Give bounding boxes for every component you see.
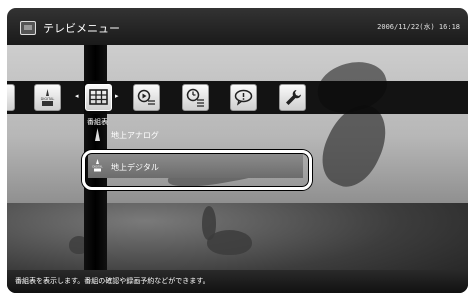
- status-text: 番組表を表示します。番組の確認や録画予約などができます。: [15, 277, 210, 285]
- digital-broadcast-icon[interactable]: DIGITAL: [34, 84, 61, 111]
- tv-menu-screen: テレビメニュー 2006/11/22(水) 16:18 DIGITAL ◂ ▸: [7, 8, 468, 293]
- background-bird: [207, 230, 252, 255]
- list-item-analog[interactable]: 地上アナログ: [111, 130, 159, 141]
- info-icon[interactable]: [230, 84, 257, 111]
- svg-text:DIGITAL: DIGITAL: [41, 97, 55, 101]
- chevron-left-icon[interactable]: ◂: [75, 92, 79, 100]
- timer-recording-icon[interactable]: [182, 84, 209, 111]
- menu-header: テレビメニュー 2006/11/22(水) 16:18: [7, 8, 468, 45]
- selected-category-label: 番組表: [87, 118, 108, 126]
- date-time: 2006/11/22(水) 16:18: [377, 23, 460, 31]
- chevron-right-icon[interactable]: ▸: [115, 92, 119, 100]
- recorded-video-icon[interactable]: [133, 84, 160, 111]
- antenna-icon: [95, 128, 100, 141]
- settings-wrench-icon[interactable]: [279, 84, 306, 111]
- program-guide-icon[interactable]: [85, 84, 112, 111]
- previous-tile-partial[interactable]: [7, 84, 15, 111]
- selection-highlight-frame: [82, 150, 312, 190]
- status-bar: 番組表を表示します。番組の確認や録画予約などができます。: [7, 270, 468, 293]
- menu-title: テレビメニュー: [43, 22, 120, 35]
- tv-menu-icon: [20, 21, 36, 35]
